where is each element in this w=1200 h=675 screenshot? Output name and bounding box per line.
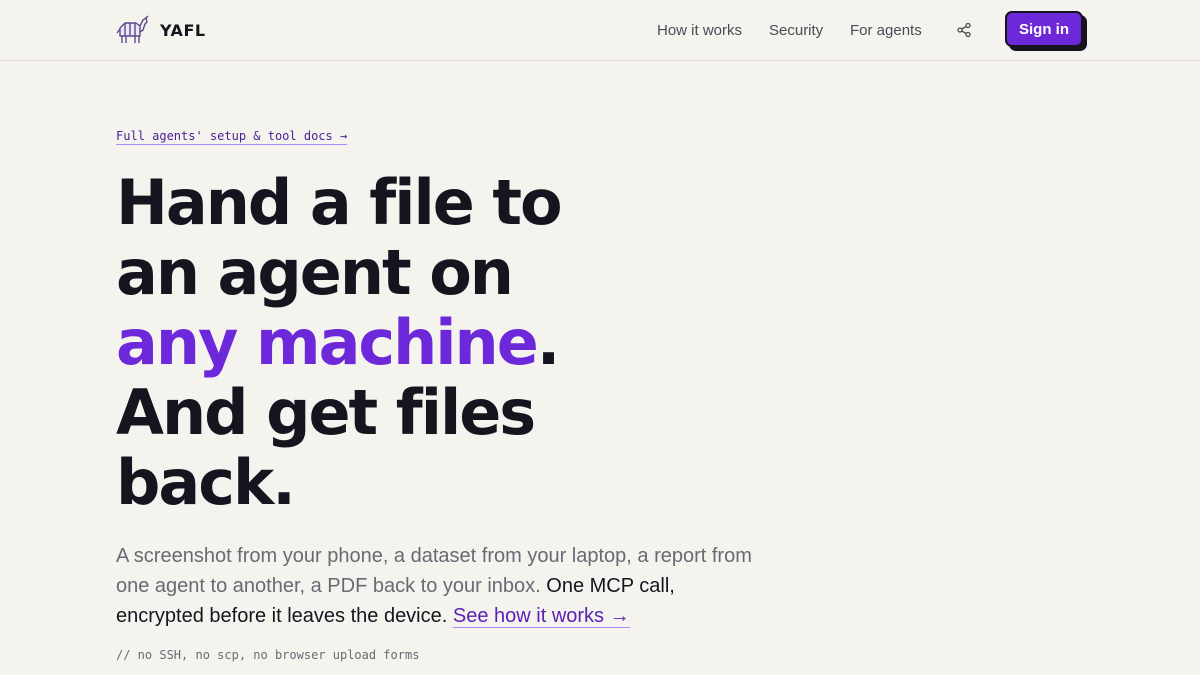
hero-title-line-1: Hand a file to (116, 166, 563, 239)
nav-how-it-works[interactable]: How it works (657, 22, 757, 39)
hero-title-line-4: And get files (116, 376, 536, 449)
agents-docs-link[interactable]: Full agents' setup & tool docs → (116, 129, 348, 145)
hero-title-line-2: an agent on (116, 236, 514, 309)
brand-name: YAFL (160, 20, 206, 40)
brand-home-link[interactable]: YAFL (116, 14, 206, 46)
hero-title: Hand a file to an agent on any machine. … (116, 168, 736, 518)
top-navbar: YAFL How it works Security For agents Si… (0, 0, 1200, 61)
hero-lead-paragraph: A screenshot from your phone, a dataset … (116, 541, 756, 631)
nav-for-agents[interactable]: For agents (850, 22, 930, 39)
sign-in-button[interactable]: Sign in (1005, 11, 1083, 47)
hero-title-accent: any machine (116, 306, 539, 379)
hero-title-period: . (536, 306, 561, 379)
hero-title-line-3: any machine. (116, 308, 736, 378)
share-button[interactable] (954, 20, 974, 40)
hero-code-note: // no SSH, no scp, no browser upload for… (116, 648, 420, 662)
hero-title-line-5: back. (116, 446, 296, 519)
see-how-it-works-link[interactable]: See how it works → (452, 605, 630, 628)
sign-in-wrapper: Sign in (1005, 11, 1087, 51)
share-icon (957, 22, 971, 38)
pack-animal-logo-icon (116, 15, 149, 43)
nav-security[interactable]: Security (769, 22, 839, 39)
